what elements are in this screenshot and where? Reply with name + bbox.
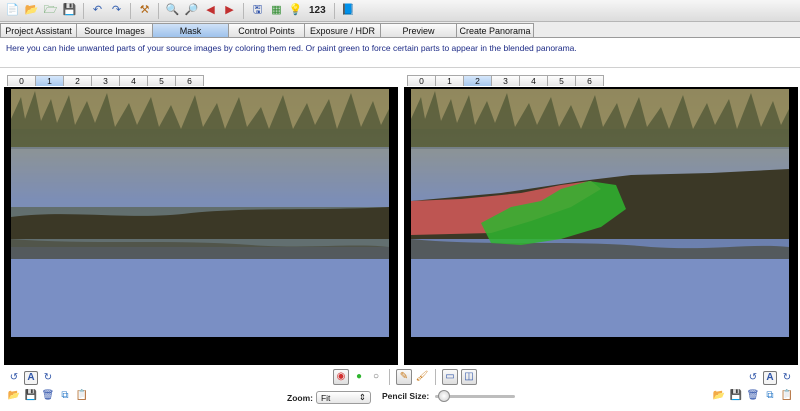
zoom-label: Zoom: bbox=[287, 392, 313, 403]
open-mask-icon[interactable]: 📂 bbox=[712, 389, 726, 403]
rotate-left-icon[interactable]: ↺ bbox=[746, 371, 760, 385]
tool-separator bbox=[389, 369, 390, 385]
undo-icon[interactable]: ↶ bbox=[89, 2, 106, 19]
right-image-tab-5[interactable]: 5 bbox=[547, 75, 576, 86]
next-icon[interactable]: ▶ bbox=[221, 2, 238, 19]
right-image-panel[interactable] bbox=[404, 87, 798, 365]
pencil-size-slider[interactable] bbox=[435, 389, 516, 402]
delete-mask-icon[interactable]: 🗑 bbox=[41, 389, 55, 403]
counter-icon[interactable]: 123 bbox=[306, 5, 329, 16]
tab-project-assistant[interactable]: Project Assistant bbox=[0, 23, 77, 37]
tab-source-images[interactable]: Source Images bbox=[76, 23, 153, 37]
paste-mask-icon[interactable]: 📋 bbox=[75, 389, 89, 403]
open-icon[interactable]: 📂 bbox=[23, 2, 40, 19]
left-image-panel[interactable] bbox=[4, 87, 398, 365]
red-mask-icon[interactable]: ◉ bbox=[333, 369, 349, 385]
toolbar-separator bbox=[243, 2, 244, 19]
main-toolbar: 📄 📂 🗁 💾 ↶ ↷ ⚒ 🔍 🔎 ◀ ▶ 🖫 ▦ 💡 123 📘 bbox=[0, 0, 800, 22]
copy-mask-icon[interactable]: ⧉ bbox=[763, 389, 777, 403]
zoom-control: Zoom: Fit ⇕ bbox=[287, 391, 371, 404]
single-view-icon[interactable]: ▭ bbox=[442, 369, 458, 385]
toolbar-separator bbox=[83, 2, 84, 19]
text-icon[interactable]: A bbox=[763, 371, 777, 385]
right-image-tab-4[interactable]: 4 bbox=[519, 75, 548, 86]
zoom-out-icon[interactable]: 🔎 bbox=[183, 2, 200, 19]
right-image-tabs: 0 1 2 3 4 5 6 bbox=[407, 75, 604, 86]
left-tools-row-1: ↺ A ↻ bbox=[7, 371, 55, 385]
tab-preview[interactable]: Preview bbox=[380, 23, 457, 37]
right-tools-row-1: ↺ A ↻ bbox=[746, 371, 794, 385]
rotate-right-icon[interactable]: ↻ bbox=[41, 371, 55, 385]
left-image-tabs: 0 1 2 3 4 5 6 bbox=[7, 75, 204, 86]
tab-control-points[interactable]: Control Points bbox=[228, 23, 305, 37]
left-image-tab-0[interactable]: 0 bbox=[7, 75, 36, 86]
save-mask-icon[interactable]: 💾 bbox=[24, 389, 38, 403]
main-tabs: Project Assistant Source Images Mask Con… bbox=[0, 23, 534, 37]
right-image-tab-2[interactable]: 2 bbox=[463, 75, 492, 86]
tab-mask[interactable]: Mask bbox=[152, 23, 229, 37]
open-mask-icon[interactable]: 📂 bbox=[7, 389, 21, 403]
toolbar-separator bbox=[130, 2, 131, 19]
toolbar-separator bbox=[333, 2, 335, 19]
left-image-tab-2[interactable]: 2 bbox=[63, 75, 92, 86]
open-images-icon[interactable]: 🗁 bbox=[42, 2, 59, 19]
save-mask-icon[interactable]: 💾 bbox=[729, 389, 743, 403]
divider bbox=[0, 67, 800, 68]
left-image-tab-5[interactable]: 5 bbox=[147, 75, 176, 86]
save-as-icon[interactable]: 🖫 bbox=[249, 2, 266, 19]
grid-icon[interactable]: ▦ bbox=[268, 2, 285, 19]
tip-icon[interactable]: 💡 bbox=[287, 2, 304, 19]
left-image-tab-3[interactable]: 3 bbox=[91, 75, 120, 86]
rotate-left-icon[interactable]: ↺ bbox=[7, 371, 21, 385]
no-mask-icon[interactable]: ○ bbox=[369, 370, 383, 384]
text-icon[interactable]: A bbox=[24, 371, 38, 385]
pencil-icon[interactable]: ✎ bbox=[396, 369, 412, 385]
rotate-right-icon[interactable]: ↻ bbox=[780, 371, 794, 385]
left-crocodile-photo[interactable] bbox=[11, 89, 389, 337]
redo-icon[interactable]: ↷ bbox=[108, 2, 125, 19]
paste-mask-icon[interactable]: 📋 bbox=[780, 389, 794, 403]
left-image-tab-6[interactable]: 6 bbox=[175, 75, 204, 86]
zoom-value: Fit bbox=[320, 392, 331, 403]
right-tools-row-2: 📂 💾 🗑 ⧉ 📋 bbox=[712, 389, 794, 403]
right-image-tab-1[interactable]: 1 bbox=[435, 75, 464, 86]
zoom-select[interactable]: Fit ⇕ bbox=[315, 391, 371, 404]
pencil-size-label: Pencil Size: bbox=[382, 391, 430, 401]
green-mask-icon[interactable]: ● bbox=[352, 370, 366, 384]
copy-mask-icon[interactable]: ⧉ bbox=[58, 389, 72, 403]
right-image-tab-6[interactable]: 6 bbox=[575, 75, 604, 86]
tab-create-panorama[interactable]: Create Panorama bbox=[456, 23, 534, 37]
right-image-tab-0[interactable]: 0 bbox=[407, 75, 436, 86]
new-project-icon[interactable]: 📄 bbox=[4, 2, 21, 19]
instruction-text: Here you can hide unwanted parts of your… bbox=[6, 43, 577, 53]
tools-icon[interactable]: ⚒ bbox=[136, 2, 153, 19]
toolbar-separator bbox=[158, 2, 159, 19]
help-icon[interactable]: 📘 bbox=[340, 2, 357, 19]
delete-mask-icon[interactable]: 🗑 bbox=[746, 389, 760, 403]
save-icon[interactable]: 💾 bbox=[61, 2, 78, 19]
tool-separator bbox=[435, 369, 436, 385]
brush-icon[interactable]: 🖌 bbox=[415, 370, 429, 384]
left-image-tab-1[interactable]: 1 bbox=[35, 75, 64, 86]
pencil-size-thumb[interactable] bbox=[438, 389, 451, 402]
mask-content: Here you can hide unwanted parts of your… bbox=[0, 37, 800, 411]
zoom-in-icon[interactable]: 🔍 bbox=[164, 2, 181, 19]
split-view-icon[interactable]: ◫ bbox=[461, 369, 477, 385]
chevron-down-icon: ⇕ bbox=[358, 392, 366, 402]
right-crocodile-photo[interactable] bbox=[411, 89, 789, 337]
pencil-size-control: Pencil Size: bbox=[382, 389, 516, 402]
left-tools-row-2: 📂 💾 🗑 ⧉ 📋 bbox=[7, 389, 89, 403]
previous-icon[interactable]: ◀ bbox=[202, 2, 219, 19]
tab-exposure-hdr[interactable]: Exposure / HDR bbox=[304, 23, 381, 37]
left-image-tab-4[interactable]: 4 bbox=[119, 75, 148, 86]
center-tools: ◉ ● ○ ✎ 🖌 ▭ ◫ bbox=[333, 369, 477, 385]
right-image-tab-3[interactable]: 3 bbox=[491, 75, 520, 86]
